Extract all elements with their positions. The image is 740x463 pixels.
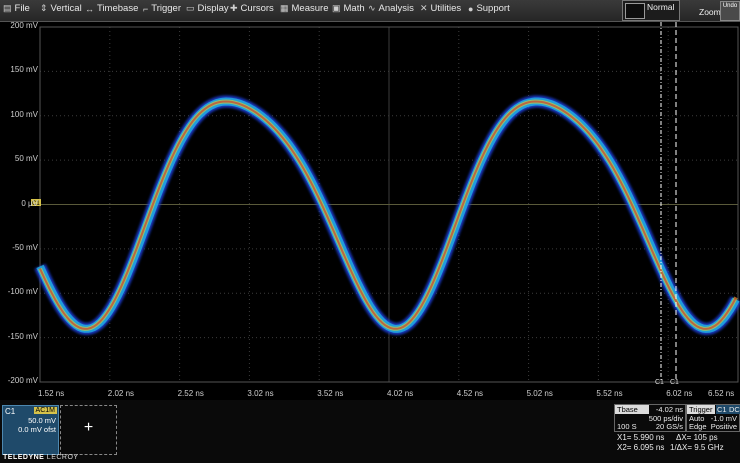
y-axis-label: 200 mV <box>10 21 38 30</box>
trigger-channel: C1 <box>716 405 728 414</box>
y-axis-label: -150 mV <box>7 331 38 341</box>
x-axis-label: 2.52 ns <box>177 389 204 398</box>
cursor-x1: X1= 5.990 ns <box>617 433 665 442</box>
trigger-type: Edge <box>689 422 707 431</box>
menu-utilities[interactable]: ✕ Utilities <box>420 3 461 14</box>
x-axis-label: 3.02 ns <box>247 389 274 398</box>
cursor-label: C1 <box>655 379 664 386</box>
x-axis-label: 5.02 ns <box>526 389 553 398</box>
menu-file[interactable]: ▤ File <box>3 3 30 14</box>
brand-logo: TELEDYNE LECROY <box>3 454 79 461</box>
cursors-icon: ✚ <box>230 3 238 13</box>
menu-label: Timebase <box>97 3 139 14</box>
add-descriptor-button[interactable]: + <box>60 405 117 455</box>
menu-label: Cursors <box>240 3 274 14</box>
channel-coupling-badge: AC1M <box>33 407 57 414</box>
x-axis-label: 4.02 ns <box>387 389 414 398</box>
menu-label: Measure <box>291 3 329 14</box>
channel-vdiv: 50.0 mV <box>28 416 56 425</box>
timebase-rate: 20 GS/s <box>655 422 683 431</box>
logo-brand: TELEDYNE <box>3 454 45 461</box>
x-axis-label: 6.52 ns <box>708 389 735 398</box>
y-axis-label: 150 mV <box>10 65 38 75</box>
display-icon: ▭ <box>186 3 195 13</box>
menu-measure[interactable]: ▦ Measure <box>280 3 328 14</box>
waveform-trace <box>34 95 740 335</box>
file-icon: ▤ <box>3 3 12 13</box>
menu-math[interactable]: ▣ Math <box>332 3 365 14</box>
x-axis-label: 1.52 ns <box>38 389 65 398</box>
y-axis-label: 50 mV <box>14 154 38 164</box>
support-icon: ● <box>468 3 474 14</box>
y-axis-label: 100 mV <box>10 109 38 119</box>
cursor-dx: ΔX= 105 ps <box>676 433 718 442</box>
trigger-title: Trigger <box>687 405 715 414</box>
x-axis-label: 6.02 ns <box>666 389 693 398</box>
utilities-icon: ✕ <box>420 3 428 13</box>
trigger-descriptor[interactable]: Trigger C1 DC Auto -1.0 mV Edge Positive <box>686 404 740 432</box>
menu-vertical[interactable]: ⇕ Vertical <box>40 3 82 14</box>
timebase-delay: -4.02 ns <box>655 405 683 414</box>
menu-support[interactable]: ● Support <box>468 3 510 14</box>
menu-label: Analysis <box>378 3 414 14</box>
y-axis-label: -50 mV <box>12 242 38 252</box>
timebase-descriptor[interactable]: Tbase -4.02 ns 500 ps/div 100 S 20 GS/s <box>614 404 686 432</box>
x-axis-label: 2.02 ns <box>107 389 135 398</box>
menu-label: Trigger <box>151 3 182 14</box>
menu-label: File <box>14 3 30 14</box>
plus-icon: + <box>83 419 94 436</box>
menu-analysis[interactable]: ∿ Analysis <box>368 3 414 14</box>
timebase-icon: ↔ <box>85 3 94 14</box>
menu-label: Support <box>476 3 510 14</box>
channel-offset: 0.0 mV ofst <box>18 425 56 434</box>
menu-label: Math <box>343 3 365 14</box>
timebase-samples: 100 S <box>617 422 637 431</box>
waveform-grid[interactable]: C1 C1 C1 <box>0 0 740 400</box>
measure-icon: ▦ <box>280 3 289 13</box>
analysis-icon: ∿ <box>368 3 376 13</box>
menu-timebase[interactable]: ↔ Timebase <box>85 3 138 14</box>
logo-sub: LECROY <box>46 454 79 461</box>
menu-label: Vertical <box>50 3 82 14</box>
trigger-coupling: DC <box>728 405 740 414</box>
channel-c1-descriptor[interactable]: C1 AC1M 50.0 mV 0.0 mV ofst <box>2 405 59 455</box>
x-axis-label: 5.52 ns <box>596 389 623 398</box>
menu-cursors[interactable]: ✚ Cursors <box>230 3 274 14</box>
menu-trigger[interactable]: ⌐ Trigger <box>143 3 181 14</box>
cursor-label: C1 <box>670 379 679 386</box>
trigger-icon: ⌐ <box>143 3 149 14</box>
math-icon: ▣ <box>332 3 341 13</box>
timebase-title: Tbase <box>615 405 649 414</box>
channel-label: C1 <box>5 407 16 416</box>
vertical-icon: ⇕ <box>40 3 48 13</box>
y-axis-label: -200 mV <box>7 376 38 385</box>
trigger-slope: Positive <box>710 422 737 431</box>
cursor-inv-dx: 1/ΔX= 9.5 GHz <box>670 443 724 452</box>
cursor-x2: X2= 6.095 ns <box>617 443 665 452</box>
menu-label: Display <box>197 3 229 14</box>
menu-display[interactable]: ▭ Display <box>186 3 229 14</box>
y-axis-label: 0 μV <box>21 198 38 208</box>
y-axis-label: -100 mV <box>7 287 38 297</box>
x-axis-label: 4.52 ns <box>456 389 484 398</box>
menu-label: Utilities <box>430 3 462 14</box>
x-axis-label: 3.52 ns <box>317 389 344 398</box>
